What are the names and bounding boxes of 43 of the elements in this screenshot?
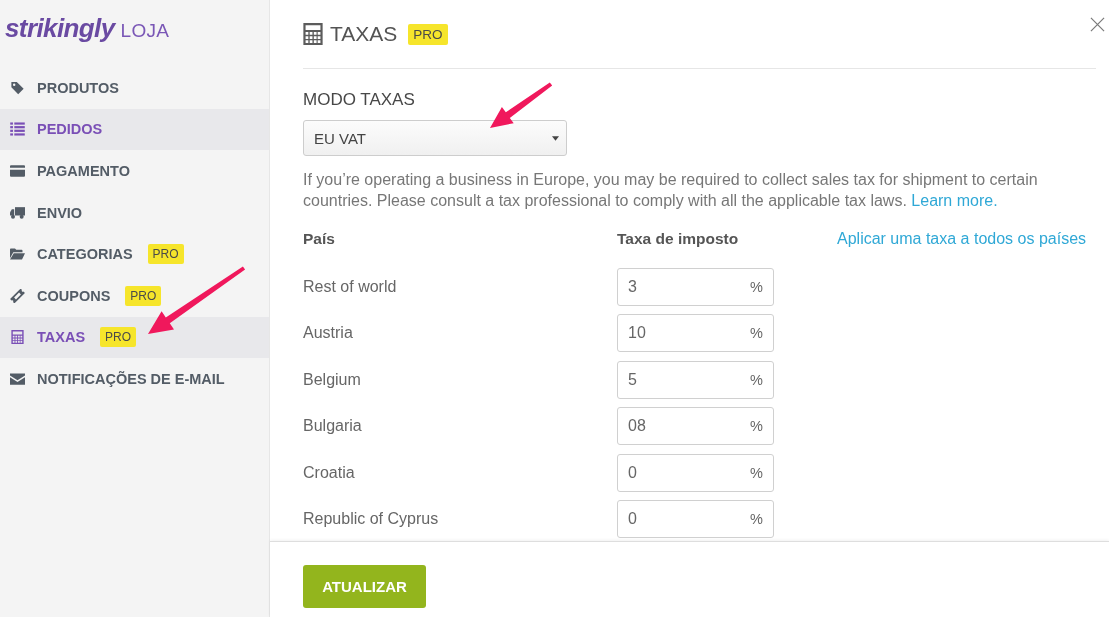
list-icon [10, 122, 25, 137]
sidebar-item[interactable]: TAXAS PRO [0, 316, 269, 359]
tag-icon [10, 80, 25, 95]
store-label: LOJA [120, 20, 170, 42]
column-header: Taxa de imposto [617, 230, 740, 248]
field-label: MODO TAXAS [303, 89, 416, 111]
percent-sign: % [750, 418, 763, 435]
plan-badge: PRO [125, 285, 162, 306]
sidebar-item[interactable]: ENVIO [0, 191, 269, 234]
sidebar-item[interactable]: COUPONS PRO [0, 274, 269, 317]
country-name: Republic of Cyprus [303, 509, 440, 528]
panel-title: TAXAS [330, 22, 398, 46]
tax-mode-select[interactable]: EU VAT [303, 120, 567, 156]
country-name: Croatia [303, 463, 356, 482]
plan-badge: PRO [100, 327, 137, 348]
sidebar-item[interactable]: NOTIFICAÇÕES DE E-MAIL [0, 358, 269, 400]
calculator-icon [10, 330, 25, 345]
credit-card-icon [10, 164, 25, 178]
country-name: Austria [303, 324, 354, 343]
percent-sign: % [750, 325, 763, 342]
column-header: País [303, 230, 336, 248]
country-name: Bulgaria [303, 417, 363, 436]
percent-sign: % [750, 510, 763, 527]
truck-icon [10, 205, 25, 220]
sidebar-item[interactable]: CATEGORIAS PRO [0, 233, 269, 275]
sidebar-item[interactable]: PEDIDOS [0, 108, 269, 151]
ticket-icon [10, 288, 25, 303]
country-name: Rest of world [303, 278, 398, 296]
calculator-icon [303, 23, 323, 45]
percent-sign: % [750, 464, 763, 481]
envelope-icon [10, 371, 25, 386]
plan-badge: PRO [408, 23, 448, 45]
percent-sign: % [750, 279, 763, 295]
country-name: Belgium [303, 370, 362, 389]
sidebar-item[interactable]: PAGAMENTO [0, 150, 269, 192]
caret-icon [552, 135, 559, 141]
sidebar-item[interactable]: PRODUTOS [0, 67, 269, 109]
tax-description: If you’re operating a business in Europe, you may be required to collect sales tax for shipment to certain countries. Please consult a tax professional to comply with all the applicable tax laws. Learn more. [303, 170, 1039, 211]
close-icon[interactable] [1090, 17, 1105, 32]
percent-sign: % [750, 371, 763, 388]
folder-icon [10, 247, 25, 262]
logo-wordmark: strikingly [5, 13, 115, 44]
plan-badge: PRO [147, 244, 184, 265]
